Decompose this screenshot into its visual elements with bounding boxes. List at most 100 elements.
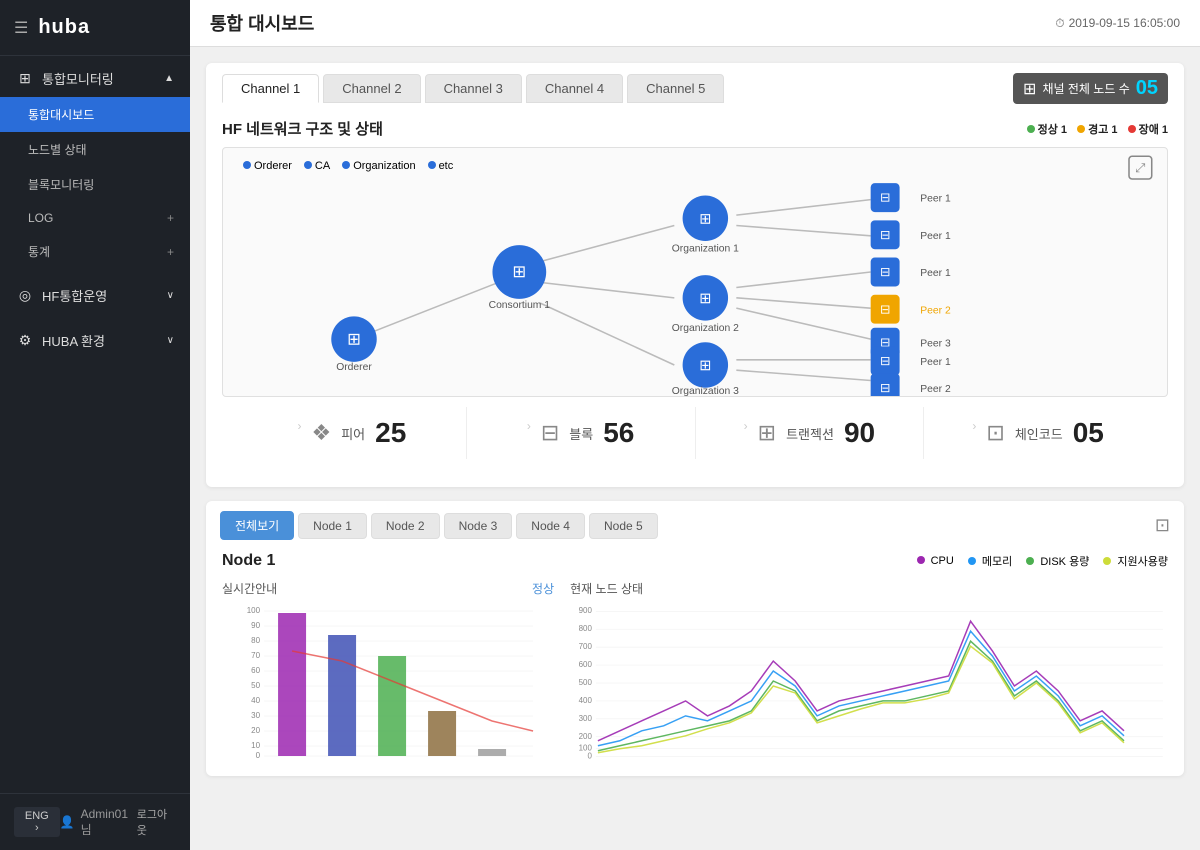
clock-icon: ⏱ <box>1055 16 1064 31</box>
node-tab-5[interactable]: Node 5 <box>589 513 658 539</box>
channel-tab-2[interactable]: Channel 2 <box>323 74 420 103</box>
channel-tab-4[interactable]: Channel 4 <box>526 74 623 103</box>
monitoring-section: ⊞ 통합모니터링 ▲ 통합대시보드 노드별 상태 블록모니터링 LOG + 통계… <box>0 56 190 273</box>
svg-text:Peer 1: Peer 1 <box>920 231 951 242</box>
charts-row: 실시간안내 정상 100 90 80 70 60 50 40 30 <box>222 580 1168 764</box>
network-diagram: Orderer CA Organization etc <box>222 147 1168 397</box>
page-title: 통합 대시보드 <box>210 10 314 36</box>
current-state-label: 현재 노드 상태 <box>570 580 643 597</box>
user-info: 👤 Admin01님 <box>60 807 137 838</box>
main-content: 통합 대시보드 ⏱ 2019-09-15 16:05:00 Channel 1 … <box>190 0 1200 850</box>
log-plus-icon[interactable]: + <box>167 211 174 225</box>
network-title-row: HF 네트워크 구조 및 상태 정상 1 경고 1 장애 1 <box>222 118 1168 139</box>
status-legend: 정상 1 경고 1 장애 1 <box>1027 121 1168 137</box>
svg-text:40: 40 <box>251 696 260 705</box>
svg-text:⊞: ⊞ <box>699 291 711 307</box>
cpu-label: CPU <box>931 555 954 567</box>
monitoring-arrow: ▲ <box>164 73 174 84</box>
svg-text:⊞: ⊞ <box>347 329 361 348</box>
channel-node-label: 채널 전체 노드 수 <box>1042 80 1129 97</box>
cc-icon: ⊡ <box>986 420 1004 446</box>
nodes-label: 노드별 상태 <box>28 141 87 158</box>
sidebar-item-log[interactable]: LOG + <box>0 202 190 234</box>
svg-text:20: 20 <box>251 726 260 735</box>
sidebar-item-hf-ops[interactable]: ◎ HF통합운영 ∨ <box>0 277 190 314</box>
svg-text:Peer 1: Peer 1 <box>920 357 951 368</box>
status-warning-dot <box>1077 125 1085 133</box>
svg-text:400: 400 <box>579 696 593 705</box>
stats-plus-icon[interactable]: + <box>167 245 174 259</box>
block-arrow: › <box>527 419 531 433</box>
orderer-legend: Orderer <box>243 160 292 172</box>
sidebar-item-dashboard[interactable]: 통합대시보드 <box>0 97 190 132</box>
network-type-legend: Orderer CA Organization etc <box>233 154 463 178</box>
sidebar-item-block[interactable]: 블록모니터링 <box>0 167 190 202</box>
datetime-value: 2019-09-15 16:05:00 <box>1069 16 1180 30</box>
channel-tab-3[interactable]: Channel 3 <box>425 74 522 103</box>
disk-dot <box>1026 557 1034 565</box>
stat-block: › ⊟ 블록 56 <box>467 407 696 459</box>
hf-ops-section: ◎ HF통합운영 ∨ <box>0 273 190 318</box>
channel-tab-5[interactable]: Channel 5 <box>627 74 724 103</box>
channel-tab-1[interactable]: Channel 1 <box>222 74 319 103</box>
stats-bar: › ❖ 피어 25 › ⊟ 블록 56 › ⊞ 트랜젝션 <box>222 407 1168 473</box>
block-label: 블록모니터링 <box>28 176 94 193</box>
svg-text:500: 500 <box>579 678 593 687</box>
svg-text:Organization 2: Organization 2 <box>672 323 739 334</box>
svg-text:⊟: ⊟ <box>880 302 890 316</box>
tx-arrow: › <box>744 419 748 433</box>
support-label: 지원사용량 <box>1117 556 1168 568</box>
sidebar-item-monitoring[interactable]: ⊞ 통합모니터링 ▲ <box>0 60 190 97</box>
logout-button[interactable]: 로그아웃 <box>137 806 176 838</box>
status-warning-label: 경고 1 <box>1088 124 1117 136</box>
svg-text:⊞: ⊞ <box>699 358 711 374</box>
realtime-chart-svg: 100 90 80 70 60 50 40 30 20 10 0 <box>222 601 554 761</box>
disk-label: DISK 용량 <box>1040 556 1089 568</box>
svg-text:70: 70 <box>251 651 260 660</box>
svg-text:50: 50 <box>251 681 260 690</box>
node-header: Node 1 CPU 메모리 DISK 용량 <box>222 552 1168 570</box>
node-tab-1[interactable]: Node 1 <box>298 513 367 539</box>
network-section: HF 네트워크 구조 및 상태 정상 1 경고 1 장애 1 <box>206 104 1184 487</box>
grid-icon: ⊞ <box>1023 79 1036 99</box>
sidebar-item-stats[interactable]: 통계 + <box>0 234 190 269</box>
huba-env-label: HUBA 환경 <box>42 331 105 350</box>
peer-icon: ❖ <box>311 420 331 446</box>
cpu-dot <box>917 556 925 564</box>
node-tab-4[interactable]: Node 4 <box>516 513 585 539</box>
node-tab-bar: 전체보기 Node 1 Node 2 Node 3 Node 4 Node 5 … <box>206 501 1184 540</box>
ca-legend: CA <box>304 160 330 172</box>
channel-node-count-box: ⊞ 채널 전체 노드 수 05 <box>1013 73 1168 104</box>
node-content: Node 1 CPU 메모리 DISK 용량 <box>206 540 1184 776</box>
stat-peer: › ❖ 피어 25 <box>238 407 467 459</box>
mem-dot <box>968 557 976 565</box>
hf-ops-arrow: ∨ <box>167 290 174 301</box>
svg-text:⊟: ⊟ <box>880 228 890 242</box>
username: Admin01님 <box>81 807 137 838</box>
node-tab-3[interactable]: Node 3 <box>444 513 513 539</box>
svg-text:⤢: ⤢ <box>1134 161 1145 175</box>
peer-label: 피어 <box>341 424 365 443</box>
node-panel: 전체보기 Node 1 Node 2 Node 3 Node 4 Node 5 … <box>206 501 1184 776</box>
svg-text:⊟: ⊟ <box>880 381 890 395</box>
sidebar-item-nodes[interactable]: 노드별 상태 <box>0 132 190 167</box>
lang-button[interactable]: ENG › <box>14 807 60 837</box>
cpu-legend: CPU <box>917 555 954 567</box>
monitoring-icon: ⊞ <box>16 70 34 87</box>
node-tab-2[interactable]: Node 2 <box>371 513 440 539</box>
stat-transaction: › ⊞ 트랜젝션 90 <box>696 407 925 459</box>
cc-arrow: › <box>972 419 976 433</box>
tx-icon: ⊞ <box>758 420 776 446</box>
menu-icon[interactable]: ☰ <box>14 18 28 38</box>
svg-text:0: 0 <box>256 751 261 760</box>
logo: huba <box>38 16 90 39</box>
status-normal-dot <box>1027 125 1035 133</box>
etc-legend: etc <box>428 160 454 172</box>
svg-text:⊟: ⊟ <box>880 354 890 368</box>
svg-text:700: 700 <box>579 642 593 651</box>
block-label: 블록 <box>569 424 593 443</box>
node-tab-all[interactable]: 전체보기 <box>220 511 294 540</box>
node-fullscreen-button[interactable]: ⊡ <box>1155 515 1170 536</box>
sidebar-item-huba-env[interactable]: ⚙ HUBA 환경 ∨ <box>0 322 190 359</box>
status-error-label: 장애 1 <box>1139 124 1168 136</box>
